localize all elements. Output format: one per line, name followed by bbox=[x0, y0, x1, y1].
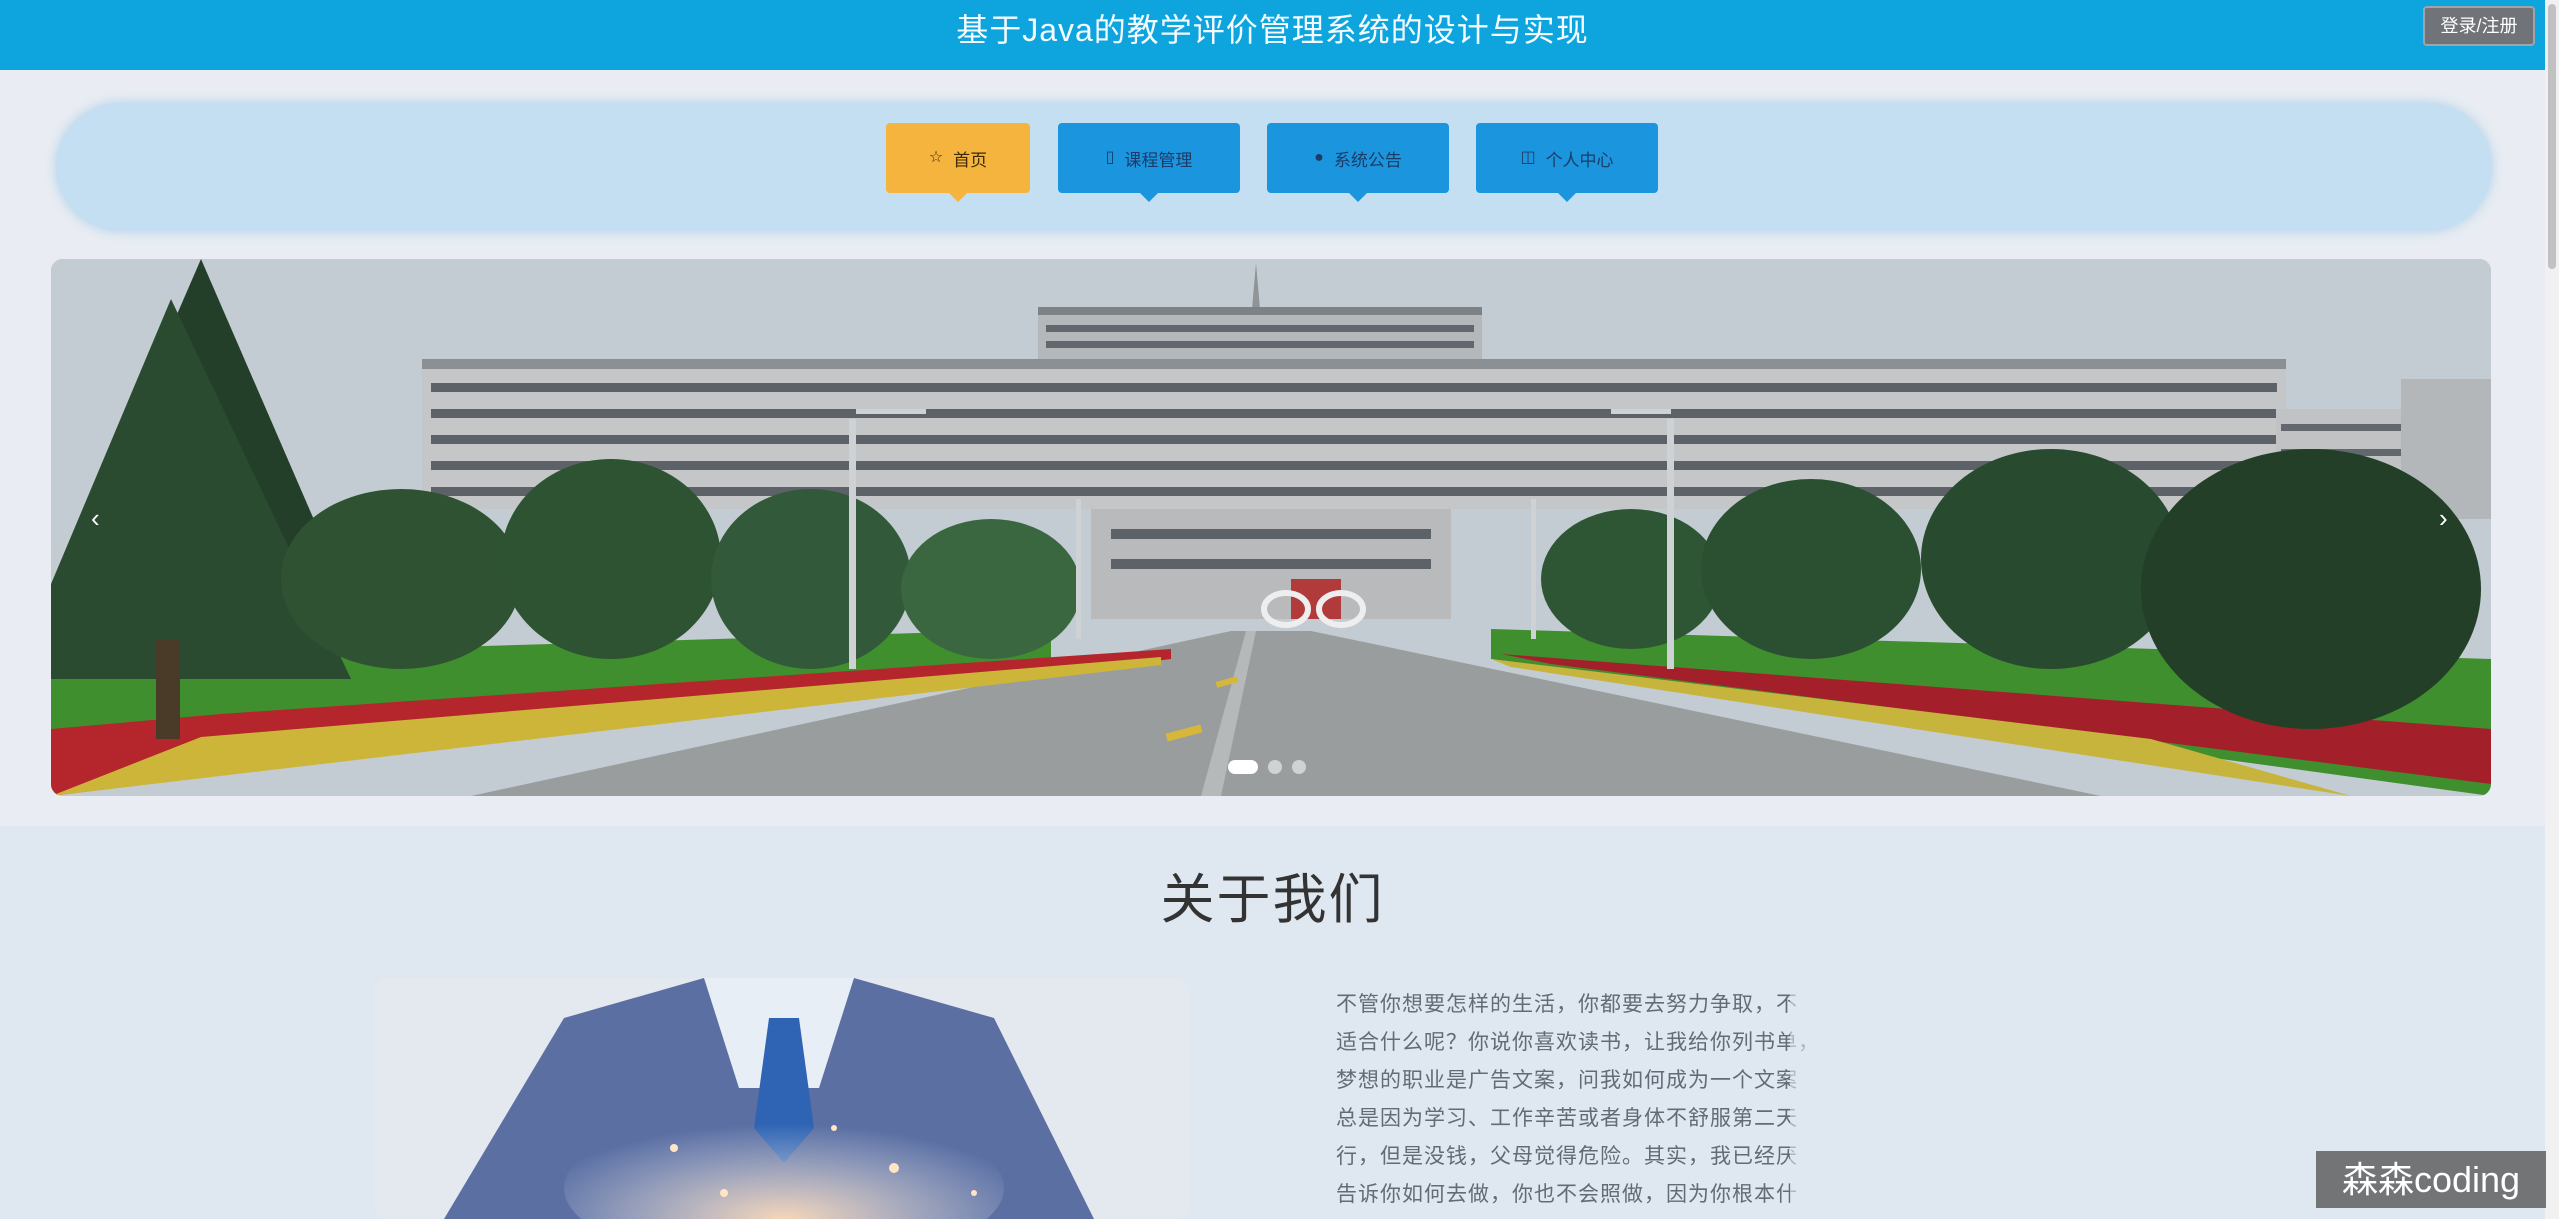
nav-item-course[interactable]: ▯ 课程管理 bbox=[1058, 123, 1240, 202]
login-register-button[interactable]: 登录/注册 bbox=[2423, 6, 2535, 46]
top-header-bar: 基于Java的教学评价管理系统的设计与实现 登录/注册 bbox=[0, 0, 2545, 70]
nav-item-notice-label: 系统公告 bbox=[1333, 150, 1402, 170]
banner-carousel[interactable] bbox=[51, 259, 2491, 796]
about-image bbox=[374, 978, 1190, 1219]
info-icon: ● bbox=[1314, 149, 1324, 166]
businessman-illustration bbox=[374, 978, 1190, 1219]
text-blur-overlay bbox=[1790, 980, 2220, 1219]
site-title: 基于Java的教学评价管理系统的设计与实现 bbox=[956, 12, 1589, 48]
watermark: 森森coding bbox=[2316, 1151, 2546, 1208]
scrollbar-thumb[interactable] bbox=[2548, 4, 2556, 269]
nav-item-profile-label: 个人中心 bbox=[1545, 150, 1614, 170]
star-icon: ☆ bbox=[928, 149, 944, 166]
carousel-prev-arrow[interactable]: ‹ bbox=[91, 505, 100, 531]
carousel-indicators bbox=[1228, 760, 1306, 774]
carousel-dot-3[interactable] bbox=[1292, 760, 1306, 774]
carousel-dot-2[interactable] bbox=[1268, 760, 1282, 774]
nav-item-home-label: 首页 bbox=[953, 150, 988, 170]
user-icon: ◫ bbox=[1520, 149, 1536, 166]
about-title: 关于我们 bbox=[1160, 870, 1385, 930]
campus-view bbox=[51, 259, 2491, 796]
nav-item-course-label: 课程管理 bbox=[1124, 150, 1193, 170]
carousel-dot-1[interactable] bbox=[1228, 760, 1258, 774]
carousel-next-arrow[interactable]: › bbox=[2439, 505, 2448, 531]
nav-item-notice[interactable]: ● 系统公告 bbox=[1267, 123, 1449, 202]
nav-item-profile[interactable]: ◫ 个人中心 bbox=[1476, 123, 1658, 202]
page-scrollbar[interactable] bbox=[2545, 0, 2559, 1219]
nav-item-home[interactable]: ☆ 首页 bbox=[886, 123, 1030, 202]
book-icon: ▯ bbox=[1105, 149, 1115, 166]
